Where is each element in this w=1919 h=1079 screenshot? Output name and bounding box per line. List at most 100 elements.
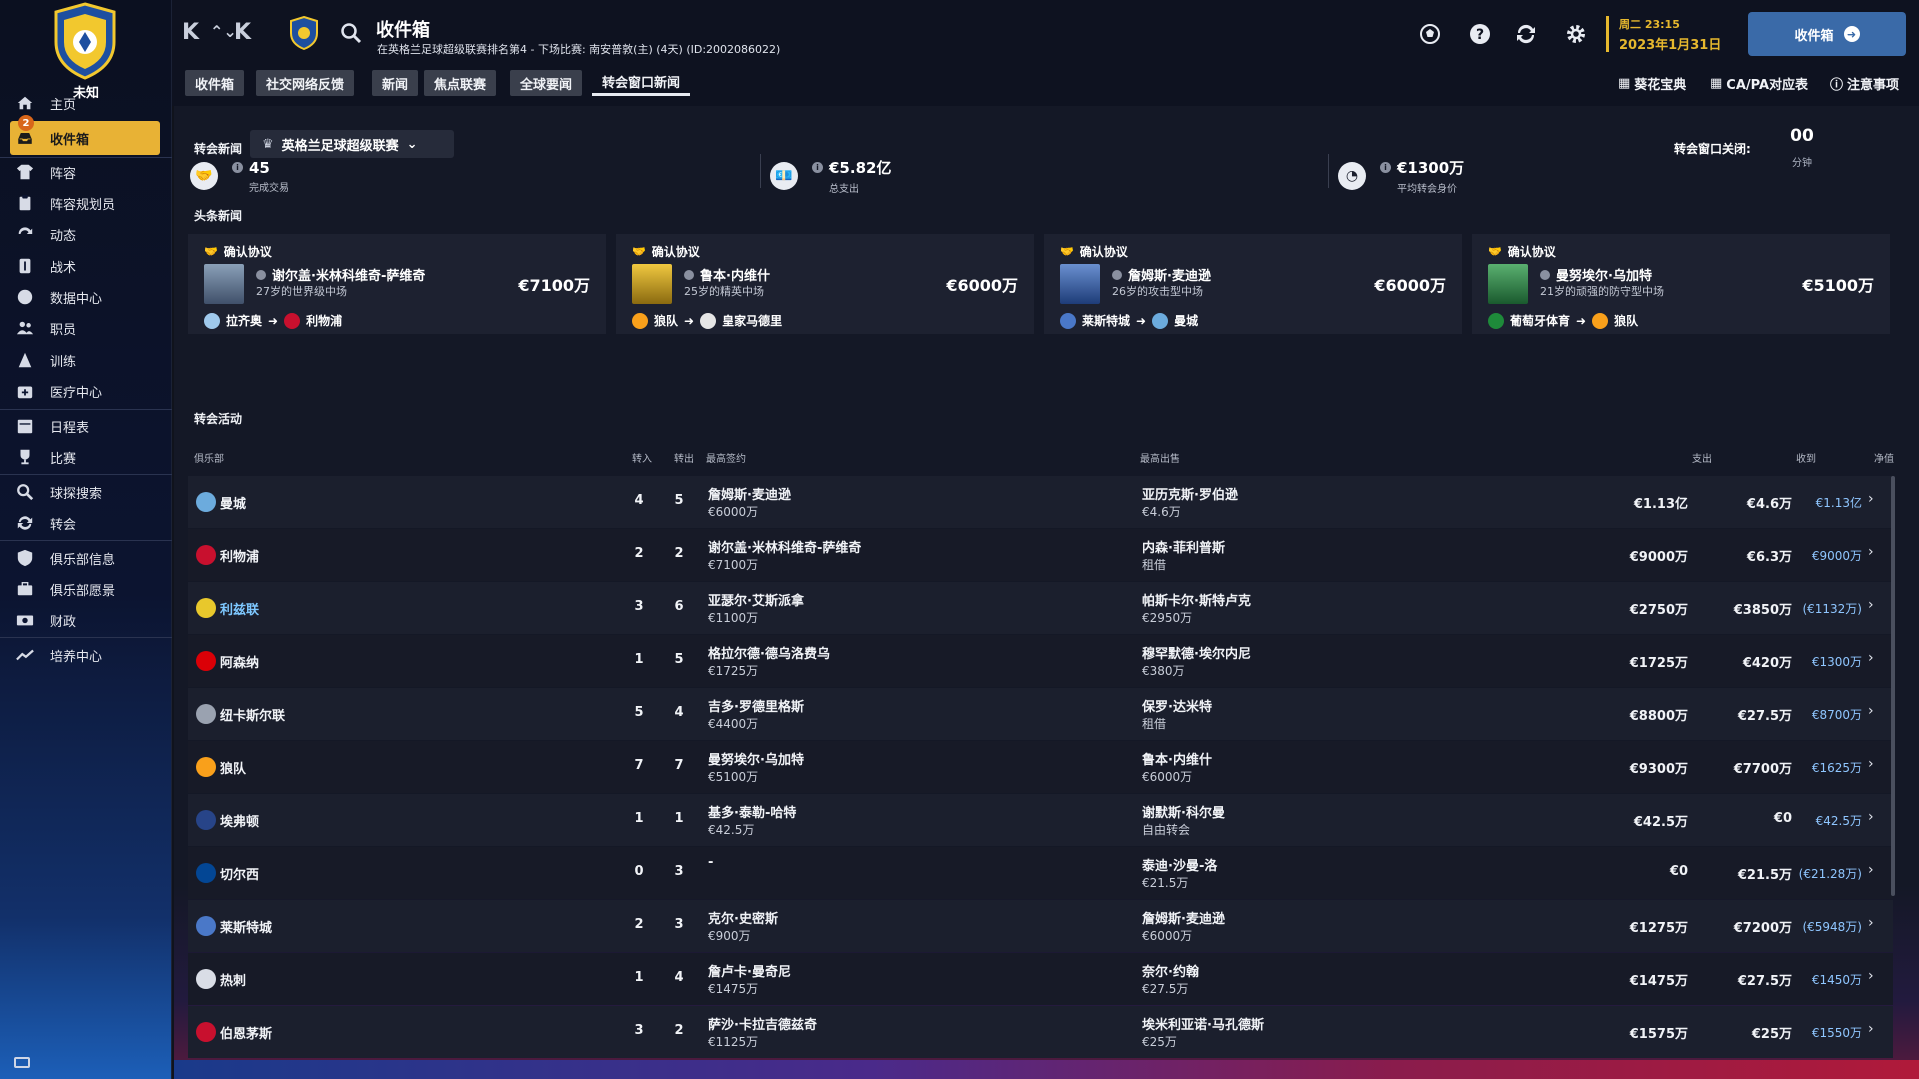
chevron-right-icon[interactable]: › <box>1868 915 1874 931</box>
club-name[interactable]: 利兹联 <box>220 599 259 618</box>
help-icon[interactable]: ? <box>1468 22 1492 46</box>
top-signing-player[interactable]: 萨沙·卡拉吉德兹奇 <box>708 1014 817 1033</box>
to-club[interactable]: 皇家马德里 <box>722 312 782 329</box>
headline-card[interactable]: 🤝 确认协议 詹姆斯·麦迪逊 26岁的攻击型中场 €6000万 莱斯特城 ➜ 曼城 <box>1044 234 1462 334</box>
sidebar-item-schedule[interactable]: 日程表 <box>10 409 160 443</box>
club-name[interactable]: 伯恩茅斯 <box>220 1023 272 1042</box>
table-row[interactable]: 利物浦 2 2 谢尔盖·米林科维奇-萨维奇 €7100万 内森·菲利普斯 租借 €9000万 €… <box>188 529 1893 581</box>
chevron-right-icon[interactable]: › <box>1868 968 1874 984</box>
club-name[interactable]: 狼队 <box>220 758 246 777</box>
column-header-top-sale[interactable]: 最高出售 <box>1140 450 1180 465</box>
sidebar-item-club-vision[interactable]: 俱乐部愿景 <box>10 572 160 606</box>
club-name[interactable]: 切尔西 <box>220 864 259 883</box>
link-notes[interactable]: ⓘ 注意事项 <box>1830 74 1899 93</box>
forward-icon[interactable]: K <box>234 20 251 45</box>
continue-inbox-button[interactable]: 收件箱 ➜ <box>1748 12 1906 56</box>
sidebar-item-training[interactable]: 训练 <box>10 343 160 377</box>
tab-transfer-window-news[interactable]: 转会窗口新闻 <box>592 70 691 96</box>
club-name[interactable]: 阿森纳 <box>220 652 259 671</box>
to-club[interactable]: 狼队 <box>1614 312 1638 329</box>
top-signing-player[interactable]: 吉多·罗德里格斯 <box>708 696 804 715</box>
scrollbar[interactable] <box>1891 476 1895 896</box>
top-signing-player[interactable]: 曼努埃尔·乌加特 <box>708 749 804 768</box>
chevron-right-icon[interactable]: › <box>1868 703 1874 719</box>
game-date[interactable]: 周二 23:15 2023年1月31日 <box>1606 16 1721 53</box>
sidebar-item-medical[interactable]: 医疗中心 <box>10 374 160 408</box>
sidebar-item-data-hub[interactable]: 数据中心 <box>10 280 160 314</box>
chevron-right-icon[interactable]: › <box>1868 756 1874 772</box>
column-header-out[interactable]: 转出 <box>674 450 694 465</box>
chevron-right-icon[interactable]: › <box>1868 597 1874 613</box>
headline-card[interactable]: 🤝 确认协议 曼努埃尔·乌加特 21岁的顽强的防守型中场 €5100万 葡萄牙体育… <box>1472 234 1890 334</box>
top-sale-player[interactable]: 埃米利亚诺·马孔德斯 <box>1142 1014 1264 1033</box>
link-guide[interactable]: ▦ 葵花宝典 <box>1618 74 1686 93</box>
sidebar-item-scouting[interactable]: 球探搜索 <box>10 475 160 509</box>
top-sale-player[interactable]: 帕斯卡尔·斯特卢克 <box>1142 590 1251 609</box>
club-name[interactable]: 曼城 <box>220 493 246 512</box>
top-sale-player[interactable]: 奈尔·约翰 <box>1142 961 1199 980</box>
chevron-right-icon[interactable]: › <box>1868 862 1874 878</box>
top-sale-player[interactable]: 泰迪·沙曼-洛 <box>1142 855 1217 874</box>
ball-icon[interactable] <box>1418 22 1442 46</box>
column-header-received[interactable]: 收到 <box>1796 450 1816 465</box>
chevron-right-icon[interactable]: › <box>1868 544 1874 560</box>
info-icon[interactable]: i <box>812 162 823 173</box>
tab-news[interactable]: 新闻 <box>372 70 419 96</box>
table-row[interactable]: 切尔西 0 3 - 泰迪·沙曼-洛 €21.5万 €0 €21.5万 (€21.28万) › <box>188 847 1893 899</box>
table-row[interactable]: 曼城 4 5 詹姆斯·麦迪逊 €6000万 亚历克斯·罗伯逊 €4.6万 €1.13亿 €4.6… <box>188 476 1893 528</box>
top-sale-player[interactable]: 亚历克斯·罗伯逊 <box>1142 484 1238 503</box>
top-signing-player[interactable]: 詹卢卡·曼奇尼 <box>708 961 791 980</box>
info-icon[interactable]: i <box>1380 162 1391 173</box>
column-header-club[interactable]: 俱乐部 <box>194 450 224 465</box>
chevron-right-icon[interactable]: › <box>1868 809 1874 825</box>
from-club[interactable]: 拉齐奥 <box>226 312 262 329</box>
headline-card[interactable]: 🤝 确认协议 鲁本·内维什 25岁的精英中场 €6000万 狼队 ➜ 皇家马德里 <box>616 234 1034 334</box>
top-sale-player[interactable]: 谢默斯·科尔曼 <box>1142 802 1225 821</box>
top-sale-player[interactable]: 穆罕默德·埃尔内尼 <box>1142 643 1251 662</box>
sidebar-item-dynamics[interactable]: 动态 <box>10 217 160 251</box>
from-club[interactable]: 葡萄牙体育 <box>1510 312 1570 329</box>
club-crest-icon[interactable] <box>52 2 118 80</box>
search-icon[interactable] <box>340 22 362 44</box>
top-sale-player[interactable]: 保罗·达米特 <box>1142 696 1212 715</box>
top-signing-player[interactable]: 亚瑟尔·艾斯派拿 <box>708 590 804 609</box>
top-sale-player[interactable]: 鲁本·内维什 <box>1142 749 1212 768</box>
top-signing-player[interactable]: 詹姆斯·麦迪逊 <box>708 484 791 503</box>
sidebar-item-tactics[interactable]: 战术 <box>10 249 160 283</box>
table-row[interactable]: 热刺 1 4 詹卢卡·曼奇尼 €1475万 奈尔·约翰 €27.5万 €1475万 €27.5万… <box>188 953 1893 1005</box>
sidebar-item-finances[interactable]: 财政 <box>10 603 160 637</box>
from-club[interactable]: 狼队 <box>654 312 678 329</box>
sidebar-item-development[interactable]: 培养中心 <box>10 638 160 672</box>
link-ca-pa[interactable]: ▦ CA/PA对应表 <box>1710 74 1808 93</box>
to-club[interactable]: 曼城 <box>1174 312 1198 329</box>
club-name[interactable]: 利物浦 <box>220 546 259 565</box>
tab-inbox[interactable]: 收件箱 <box>185 70 245 96</box>
club-name[interactable]: 埃弗顿 <box>220 811 259 830</box>
up-down-icon[interactable]: ⌃⌄ <box>210 22 237 41</box>
column-header-spend[interactable]: 支出 <box>1692 450 1712 465</box>
table-row[interactable]: 莱斯特城 2 3 克尔·史密斯 €900万 詹姆斯·麦迪逊 €6000万 €1275万 €720… <box>188 900 1893 952</box>
club-name[interactable]: 纽卡斯尔联 <box>220 705 285 724</box>
column-header-in[interactable]: 转入 <box>632 450 652 465</box>
sidebar-item-squad[interactable]: 阵容 <box>10 155 160 189</box>
club-name[interactable]: 热刺 <box>220 970 246 989</box>
club-name[interactable]: 莱斯特城 <box>220 917 272 936</box>
sidebar-item-club-info[interactable]: 俱乐部信息 <box>10 541 160 575</box>
table-row[interactable]: 伯恩茅斯 3 2 萨沙·卡拉吉德兹奇 €1125万 埃米利亚诺·马孔德斯 €25万 €1575… <box>188 1006 1893 1058</box>
sidebar-item-competitions[interactable]: 比赛 <box>10 440 160 474</box>
back-icon[interactable]: K <box>182 20 199 45</box>
column-header-net[interactable]: 净值 <box>1874 450 1894 465</box>
chevron-right-icon[interactable]: › <box>1868 1021 1874 1037</box>
tab-world-news[interactable]: 全球要闻 <box>510 70 583 96</box>
table-row[interactable]: 狼队 7 7 曼努埃尔·乌加特 €5100万 鲁本·内维什 €6000万 €9300万 €770… <box>188 741 1893 793</box>
sidebar-item-squad-planner[interactable]: 阵容规划员 <box>10 186 160 220</box>
table-row[interactable]: 利兹联 3 6 亚瑟尔·艾斯派拿 €1100万 帕斯卡尔·斯特卢克 €2950万 €2750万… <box>188 582 1893 634</box>
table-row[interactable]: 埃弗顿 1 1 基多·泰勒-哈特 €42.5万 谢默斯·科尔曼 自由转会 €42.5万 €0 €4… <box>188 794 1893 846</box>
sidebar-item-inbox[interactable]: 2 收件箱 <box>10 115 160 155</box>
tab-focus-league[interactable]: 焦点联赛 <box>424 70 497 96</box>
top-sale-player[interactable]: 詹姆斯·麦迪逊 <box>1142 908 1225 927</box>
info-icon[interactable]: i <box>232 162 243 173</box>
from-club[interactable]: 莱斯特城 <box>1082 312 1130 329</box>
to-club[interactable]: 利物浦 <box>306 312 342 329</box>
feedback-icon[interactable] <box>14 1057 30 1068</box>
